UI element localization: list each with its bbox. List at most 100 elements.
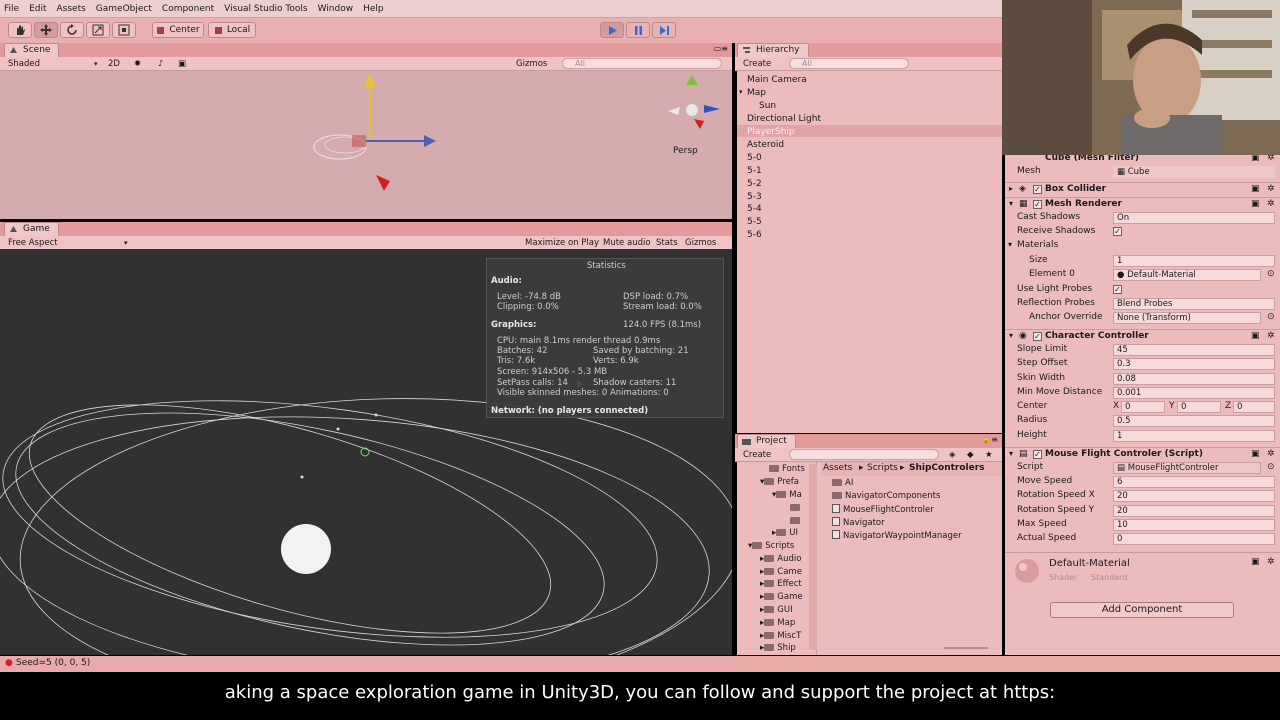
tree-game[interactable]: ▸ Game xyxy=(760,592,803,602)
mouse-flight-header[interactable]: ▾ ▤ ✓ Mouse Flight Controler (Script) ▣ … xyxy=(1005,447,1280,461)
expand-arrow-icon[interactable]: ▾ xyxy=(1008,240,1012,249)
min-move-field[interactable]: 0.001 xyxy=(1113,387,1275,399)
move-tool-button[interactable] xyxy=(34,22,58,38)
breadcrumb-scripts[interactable]: Scripts xyxy=(867,463,898,473)
aspect-dropdown[interactable]: Free Aspect xyxy=(8,237,58,249)
materials-row[interactable]: ▾ Materials xyxy=(1005,239,1280,253)
toggle-2d-button[interactable]: 2D xyxy=(108,58,120,70)
menu-assets[interactable]: Assets xyxy=(57,4,86,14)
gear-icon[interactable]: ✲ xyxy=(1267,184,1275,194)
box-collider-enabled-checkbox[interactable]: ✓ xyxy=(1033,185,1042,194)
hierarchy-create-dropdown[interactable]: Create xyxy=(743,58,771,70)
material-section[interactable]: Default-Material Shader Standard ▣ ✲ xyxy=(1005,552,1280,588)
filter-label-icon[interactable]: ◆ xyxy=(967,449,974,461)
mute-audio-toggle[interactable]: Mute audio xyxy=(603,237,651,249)
object-picker-icon[interactable]: ⊙ xyxy=(1267,312,1275,322)
selected-object[interactable] xyxy=(352,135,366,147)
menu-edit[interactable]: Edit xyxy=(29,4,46,14)
scale-tool-button[interactable] xyxy=(86,22,110,38)
help-icon[interactable]: ▣ xyxy=(1251,449,1260,459)
play-button[interactable] xyxy=(600,22,624,38)
hierarchy-item-sun[interactable]: Sun xyxy=(759,101,776,111)
hierarchy-item-5-2[interactable]: 5-2 xyxy=(747,179,762,189)
tree-misc[interactable]: ▸ MiscT xyxy=(760,631,801,641)
hierarchy-item-5-5[interactable]: 5-5 xyxy=(747,217,762,227)
pause-button[interactable] xyxy=(626,22,650,38)
light-probes-checkbox[interactable]: ✓ xyxy=(1113,285,1122,294)
rect-tool-button[interactable] xyxy=(112,22,136,38)
rotate-tool-button[interactable] xyxy=(60,22,84,38)
shading-dropdown[interactable]: Shaded xyxy=(8,58,40,70)
slope-limit-field[interactable]: 45 xyxy=(1113,344,1275,356)
menu-gameobject[interactable]: GameObject xyxy=(96,4,152,14)
mouse-flight-enabled-checkbox[interactable]: ✓ xyxy=(1033,450,1042,459)
gear-icon[interactable]: ✲ xyxy=(1267,449,1275,459)
project-create-dropdown[interactable]: Create xyxy=(743,449,771,461)
object-picker-icon[interactable]: ⊙ xyxy=(1267,269,1275,279)
effects-toggle-icon[interactable]: ▣ xyxy=(178,58,186,70)
actual-speed-field[interactable]: 0 xyxy=(1113,533,1275,545)
step-button[interactable] xyxy=(652,22,676,38)
hierarchy-item-5-6[interactable]: 5-6 xyxy=(747,230,762,240)
element0-field[interactable]: ● Default-Material xyxy=(1113,269,1261,281)
tab-project[interactable]: Project xyxy=(737,434,796,448)
expand-arrow-icon[interactable]: ▾ xyxy=(1009,331,1013,340)
file-mouseflightcontroler[interactable]: MouseFlightControler xyxy=(832,504,934,515)
icon-size-slider[interactable] xyxy=(944,647,988,649)
menu-file[interactable]: File xyxy=(4,4,19,14)
mesh-field[interactable]: ▦ Cube xyxy=(1113,166,1275,178)
step-offset-field[interactable]: 0.3 xyxy=(1113,358,1275,370)
project-lock-icon[interactable]: 🔒≡ xyxy=(981,435,998,444)
maximize-on-play-toggle[interactable]: Maximize on Play xyxy=(525,237,599,249)
shader-value[interactable]: Standard xyxy=(1091,573,1127,582)
rotation-y-field[interactable]: 20 xyxy=(1113,505,1275,517)
tree-fonts[interactable]: Fonts xyxy=(769,464,805,474)
rotation-x-field[interactable]: 20 xyxy=(1113,490,1275,502)
lighting-toggle-icon[interactable]: ✹ xyxy=(134,58,141,70)
character-controller-enabled-checkbox[interactable]: ✓ xyxy=(1033,332,1042,341)
menu-component[interactable]: Component xyxy=(162,4,214,14)
tree-map-scripts[interactable]: ▸ Map xyxy=(760,618,795,628)
project-search-input[interactable] xyxy=(789,449,939,460)
persp-label[interactable]: Persp xyxy=(673,146,698,156)
hierarchy-item-5-1[interactable]: 5-1 xyxy=(747,166,762,176)
tree-audio[interactable]: ▸ Audio xyxy=(760,554,801,564)
tree-map[interactable]: ▾ Ma xyxy=(772,490,802,500)
max-speed-field[interactable]: 10 xyxy=(1113,519,1275,531)
box-collider-header[interactable]: ▸ ◈ ✓ Box Collider ▣ ✲ xyxy=(1005,182,1280,196)
mesh-renderer-header[interactable]: ▾ ▦ ✓ Mesh Renderer ▣ ✲ xyxy=(1005,197,1280,211)
scene-panel-menu-icon[interactable]: ▭≡ xyxy=(714,44,728,53)
center-y-field[interactable]: 0 xyxy=(1177,401,1221,413)
audio-toggle-icon[interactable]: ♪ xyxy=(158,58,163,70)
help-icon[interactable]: ▣ xyxy=(1251,557,1260,567)
hierarchy-item-main-camera[interactable]: Main Camera xyxy=(747,75,807,85)
menu-help[interactable]: Help xyxy=(363,4,384,14)
file-ai[interactable]: AI xyxy=(832,478,853,488)
reflection-probes-dropdown[interactable]: Blend Probes xyxy=(1113,298,1275,310)
gear-icon[interactable]: ✲ xyxy=(1267,557,1275,567)
hierarchy-item-asteroid[interactable]: Asteroid xyxy=(747,140,784,150)
hand-tool-button[interactable] xyxy=(8,22,32,38)
tree-sub1[interactable] xyxy=(790,503,803,513)
hierarchy-item-map[interactable]: Map xyxy=(747,88,766,98)
radius-field[interactable]: 0.5 xyxy=(1113,415,1275,427)
help-icon[interactable]: ▣ xyxy=(1251,155,1260,163)
hierarchy-item-5-4[interactable]: 5-4 xyxy=(747,204,762,214)
space-local-button[interactable]: Local xyxy=(208,22,256,38)
tree-ui[interactable]: ▸ UI xyxy=(772,528,798,538)
breadcrumb-shipcontrolers[interactable]: ShipControlers xyxy=(909,463,985,473)
cast-shadows-dropdown[interactable]: On xyxy=(1113,212,1275,224)
stats-toggle[interactable]: Stats xyxy=(656,237,678,249)
expand-arrow-icon[interactable]: ▾ xyxy=(1009,449,1013,458)
hierarchy-item-5-3[interactable]: 5-3 xyxy=(747,192,762,202)
hierarchy-item-5-0[interactable]: 5-0 xyxy=(747,153,762,163)
game-gizmos-dropdown[interactable]: Gizmos xyxy=(685,237,716,249)
orientation-gizmo[interactable] xyxy=(668,75,720,129)
move-speed-field[interactable]: 6 xyxy=(1113,476,1275,488)
receive-shadows-checkbox[interactable]: ✓ xyxy=(1113,227,1122,236)
scene-search-input[interactable]: All xyxy=(562,58,722,69)
tree-sub2[interactable] xyxy=(790,516,803,526)
pivot-center-button[interactable]: Center xyxy=(152,22,204,38)
status-text[interactable]: Seed=5 (0, 0, 5) xyxy=(16,658,90,668)
help-icon[interactable]: ▣ xyxy=(1251,184,1260,194)
